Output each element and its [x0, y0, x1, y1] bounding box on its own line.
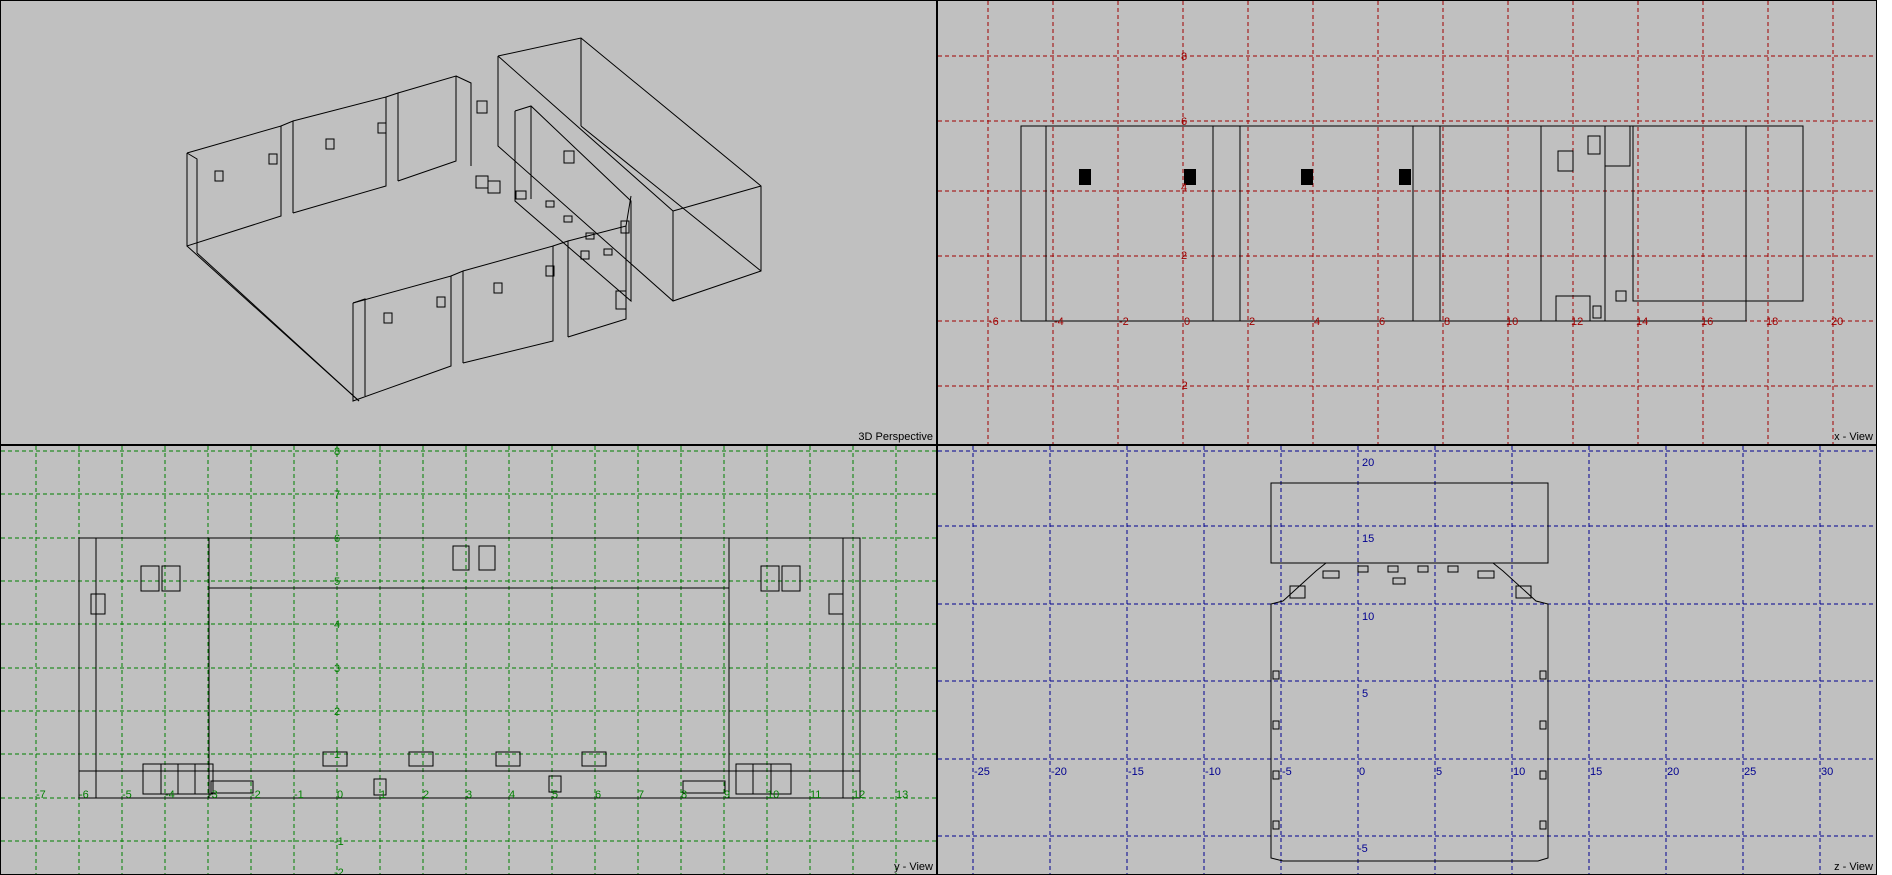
x-axis-label: 10 [1506, 316, 1518, 328]
z-axis-label: 30 [1821, 766, 1833, 778]
y-tick-label: 4 [334, 619, 340, 631]
y-axis-label: 1 [380, 789, 386, 801]
x-axis-label: 12 [1571, 316, 1583, 328]
x-axis-label: 0 [1184, 316, 1190, 328]
y-axis-label: 4 [509, 789, 515, 801]
y-tick-label: 8 [334, 446, 340, 458]
z-axis-label: -25 [974, 766, 990, 778]
y-axis-label: 0 [337, 789, 343, 801]
z-axis-label: 10 [1513, 766, 1525, 778]
y-axis-label: 7 [638, 789, 644, 801]
z-tick-label: 15 [1362, 533, 1374, 545]
perspective-wireframe [186, 37, 762, 402]
y-axis-label: -6 [79, 789, 89, 801]
z-tick-label: 20 [1362, 457, 1374, 469]
x-axis-label: -6 [989, 316, 999, 328]
x-axis-label: 16 [1701, 316, 1713, 328]
y-axis-label: -4 [165, 789, 175, 801]
x-axis-label: 20 [1831, 316, 1843, 328]
y-axis-label: 3 [466, 789, 472, 801]
x-tick-label: 4 [1181, 182, 1187, 194]
y-tick-label: 5 [334, 576, 340, 588]
z-axis-label: -10 [1205, 766, 1221, 778]
z-view-viewport[interactable]: 20 15 10 5 -5 -25 -20 -15 -10 -5 0 5 10 … [937, 445, 1877, 875]
x-axis-label: 2 [1249, 316, 1255, 328]
y-axis-label: -5 [122, 789, 132, 801]
y-tick-label: 3 [334, 663, 340, 675]
x-axis-label: -2 [1119, 316, 1129, 328]
y-tick-label: -2 [334, 867, 344, 875]
y-axis-label: 12 [853, 789, 865, 801]
z-view-drawing: 20 15 10 5 -5 -25 -20 -15 -10 -5 0 5 10 … [938, 446, 1876, 874]
y-axis-label: 8 [681, 789, 687, 801]
y-axis-label: 10 [767, 789, 779, 801]
y-tick-label: 1 [334, 749, 340, 761]
y-axis-label: 13 [896, 789, 908, 801]
viewport-label: 3D Perspective [858, 431, 933, 443]
y-axis-label: -1 [294, 789, 304, 801]
z-axis-label: -20 [1051, 766, 1067, 778]
z-axis-label: 5 [1436, 766, 1442, 778]
y-axis-label: 6 [595, 789, 601, 801]
x-tick-label: 2 [1181, 250, 1187, 262]
z-tick-label: 5 [1362, 688, 1368, 700]
viewport-label: y - View [894, 861, 933, 873]
x-axis-label: 6 [1379, 316, 1385, 328]
y-axis-label: 11 [810, 789, 821, 801]
z-tick-label: 10 [1362, 611, 1374, 623]
z-axis-label: -5 [1282, 766, 1292, 778]
z-axis-label: -15 [1128, 766, 1144, 778]
x-axis-label: -4 [1054, 316, 1064, 328]
y-tick-label: 7 [334, 489, 340, 501]
x-axis-label: 8 [1444, 316, 1450, 328]
x-axis-label: 18 [1766, 316, 1778, 328]
z-axis-label: 0 [1359, 766, 1365, 778]
y-axis-label: 9 [724, 789, 730, 801]
y-view-drawing: 8 7 6 5 4 3 2 1 -1 -2 -7 -6 -5 -4 -3 -2 … [1, 446, 936, 875]
viewport-layout: 3D Perspective 8 6 4 2 -2 -6 -4 -2 0 2 4… [0, 0, 1892, 875]
viewport-label: x - View [1834, 431, 1873, 443]
y-axis-label: 5 [552, 789, 558, 801]
z-axis-label: 20 [1667, 766, 1679, 778]
x-axis-label: 14 [1636, 316, 1648, 328]
y-axis-label: -7 [36, 789, 46, 801]
x-tick-label: 8 [1181, 51, 1187, 63]
x-axis-label: 4 [1314, 316, 1320, 328]
y-tick-label: 6 [334, 533, 340, 545]
z-tick-label: -5 [1358, 843, 1368, 855]
y-axis-label: 2 [423, 789, 429, 801]
y-tick-label: -1 [334, 836, 344, 848]
viewport-label: z - View [1834, 861, 1873, 873]
x-view-drawing: 8 6 4 2 -2 -6 -4 -2 0 2 4 6 8 10 12 14 1… [938, 1, 1876, 444]
x-tick-label: -2 [1178, 380, 1188, 392]
y-axis-label: -3 [208, 789, 218, 801]
window-edge [1877, 0, 1892, 875]
x-tick-label: 6 [1181, 116, 1187, 128]
y-axis-label: -2 [251, 789, 261, 801]
x-view-viewport[interactable]: 8 6 4 2 -2 -6 -4 -2 0 2 4 6 8 10 12 14 1… [937, 0, 1877, 445]
perspective-viewport[interactable]: 3D Perspective [0, 0, 937, 445]
y-view-viewport[interactable]: 8 7 6 5 4 3 2 1 -1 -2 -7 -6 -5 -4 -3 -2 … [0, 445, 937, 875]
z-axis-label: 15 [1590, 766, 1602, 778]
z-axis-label: 25 [1744, 766, 1756, 778]
y-tick-label: 2 [334, 706, 340, 718]
